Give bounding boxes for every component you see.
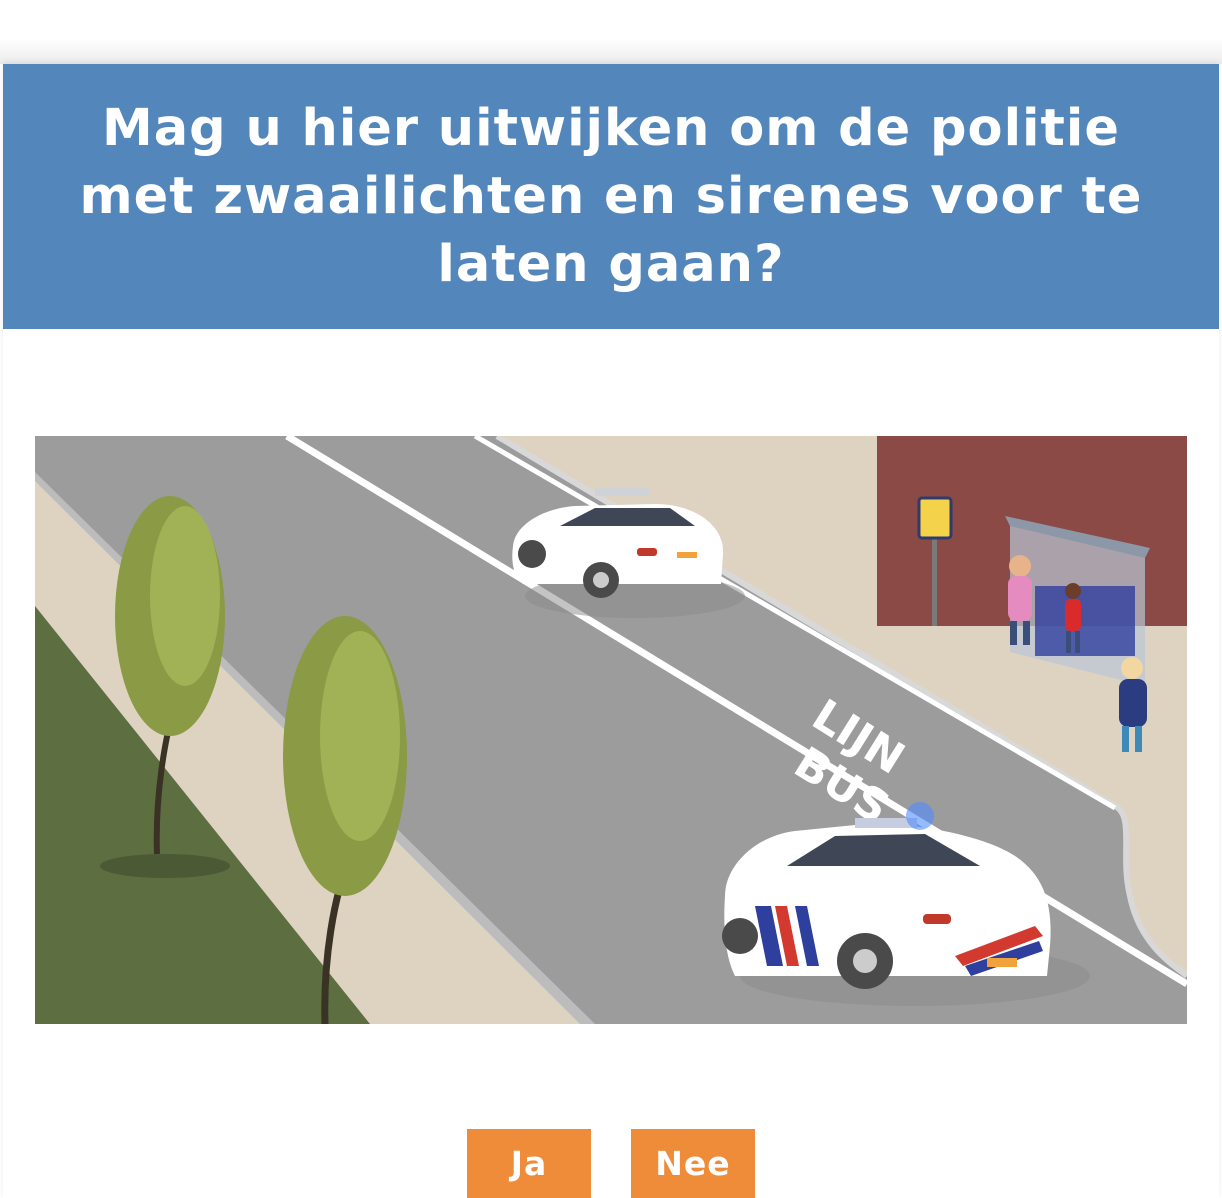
answer-yes-button[interactable]: Ja bbox=[467, 1129, 591, 1198]
page-top-shadow bbox=[0, 0, 1222, 64]
traffic-scene-svg: LIJN BUS bbox=[35, 436, 1187, 1024]
question-header: Mag u hier uitwijken om de politie met z… bbox=[3, 64, 1219, 329]
question-text: Mag u hier uitwijken om de politie met z… bbox=[79, 98, 1143, 294]
question-card: Mag u hier uitwijken om de politie met z… bbox=[3, 64, 1219, 1198]
answer-no-button[interactable]: Nee bbox=[631, 1129, 755, 1198]
answer-options: Ja Nee bbox=[3, 1129, 1219, 1198]
traffic-illustration: LIJN BUS bbox=[35, 436, 1187, 1024]
